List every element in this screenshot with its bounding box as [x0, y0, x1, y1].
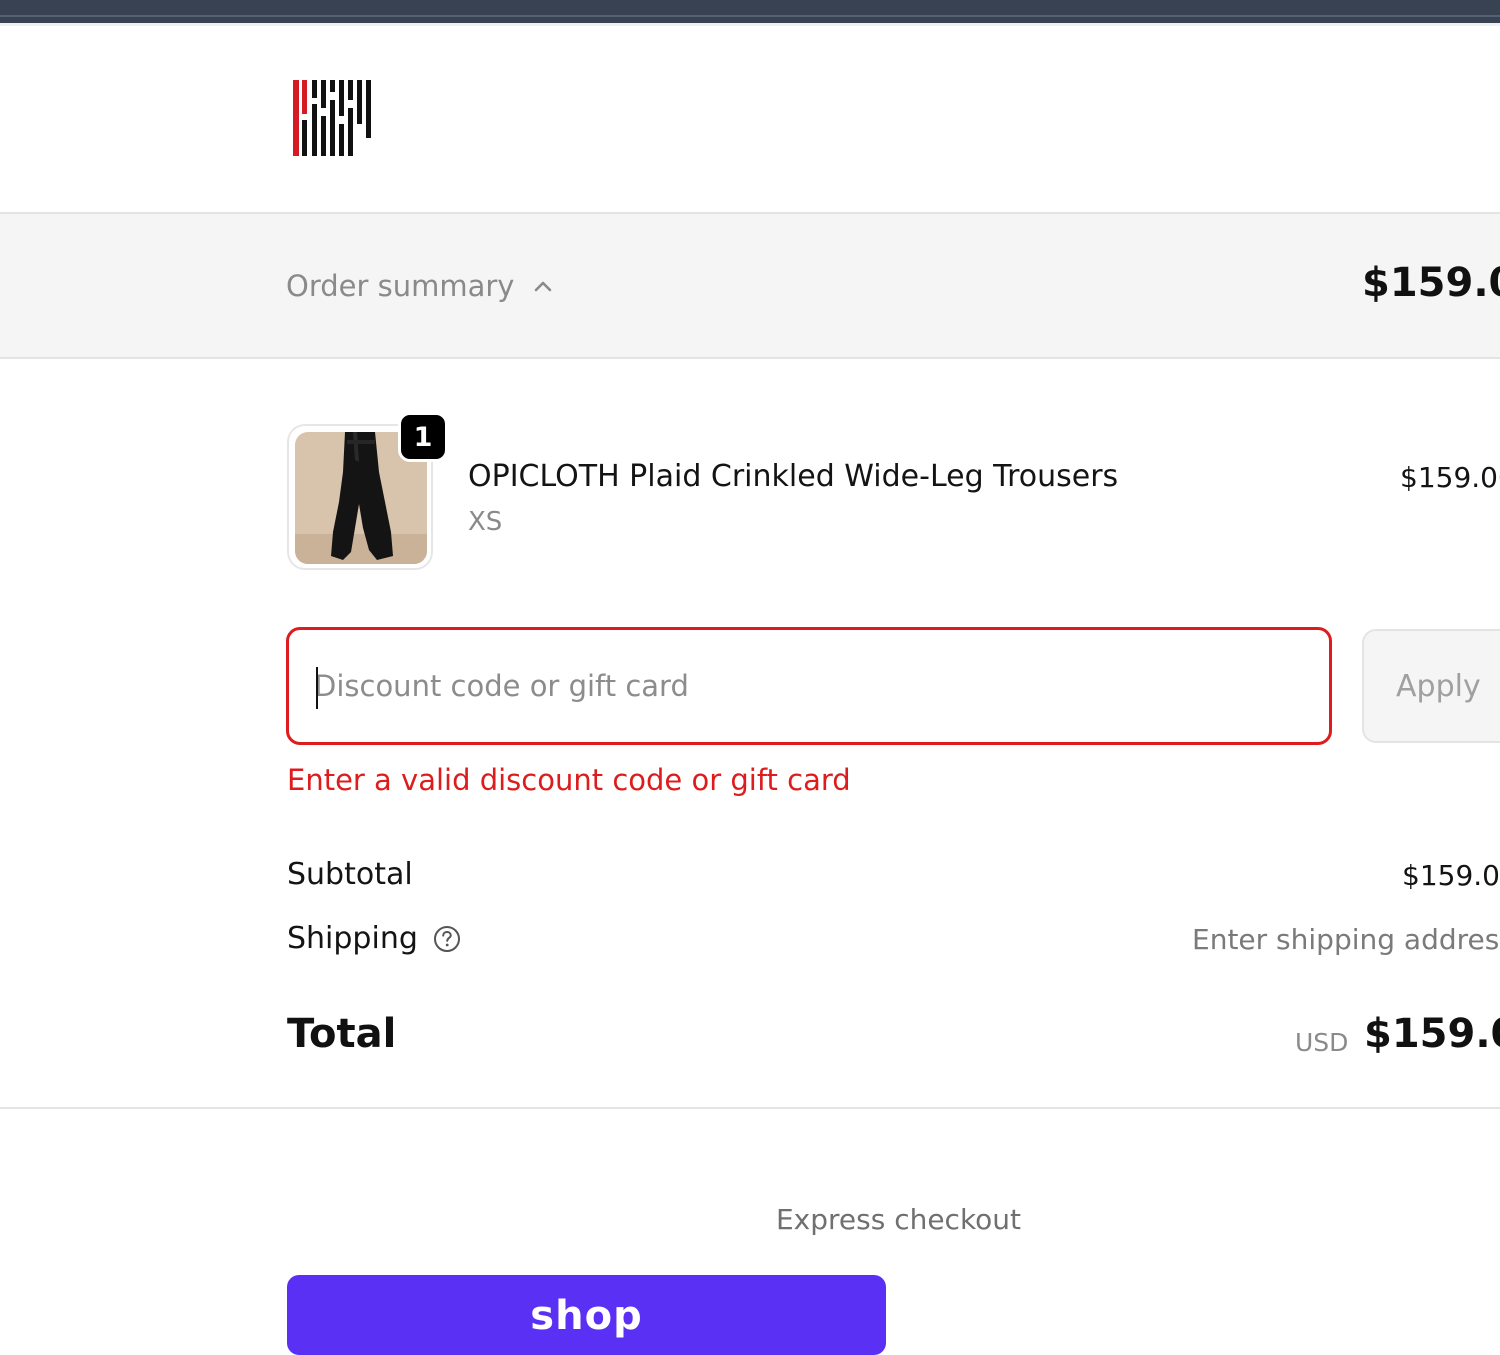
shipping-label: Shipping [287, 921, 418, 956]
discount-code-input[interactable] [314, 630, 1304, 742]
product-name: OPICLOTH Plaid Crinkled Wide-Leg Trouser… [468, 459, 1119, 494]
question-circle-icon[interactable] [432, 924, 462, 954]
browser-top-bar [0, 0, 1500, 26]
chevron-up-icon [535, 281, 552, 292]
order-summary-bar: Order summary $159.00 [0, 214, 1500, 359]
order-summary-label: Order summary [286, 269, 515, 303]
express-checkout-label: Express checkout [775, 1203, 1022, 1236]
product-price: $159.00 [1400, 461, 1500, 494]
order-summary-toggle[interactable]: Order summary [286, 266, 556, 306]
subtotal-value: $159.00 [1402, 859, 1500, 892]
total-currency: USD [1295, 1028, 1349, 1057]
shop-pay-label: shop [530, 1293, 643, 1339]
subtotal-label: Subtotal [287, 857, 413, 892]
text-caret [316, 667, 318, 709]
apply-discount-button[interactable]: Apply [1362, 629, 1500, 743]
section-divider [0, 1107, 1500, 1109]
quantity-badge: 1 [398, 412, 448, 462]
shipping-value: Enter shipping address [1192, 923, 1500, 956]
order-summary-content: 1 OPICLOTH Plaid Crinkled Wide-Leg Trous… [0, 359, 1500, 1107]
store-logo[interactable] [290, 78, 376, 158]
discount-field[interactable] [286, 627, 1332, 745]
total-value: $159.00 [1364, 1011, 1500, 1057]
shop-pay-button[interactable]: shop [287, 1275, 886, 1355]
order-summary-total: $159.00 [1362, 260, 1500, 306]
total-label: Total [287, 1011, 397, 1057]
checkout-header [0, 26, 1500, 214]
discount-error-message: Enter a valid discount code or gift card [287, 763, 851, 797]
product-variant: XS [468, 507, 503, 537]
shipping-row-label: Shipping [287, 921, 462, 956]
